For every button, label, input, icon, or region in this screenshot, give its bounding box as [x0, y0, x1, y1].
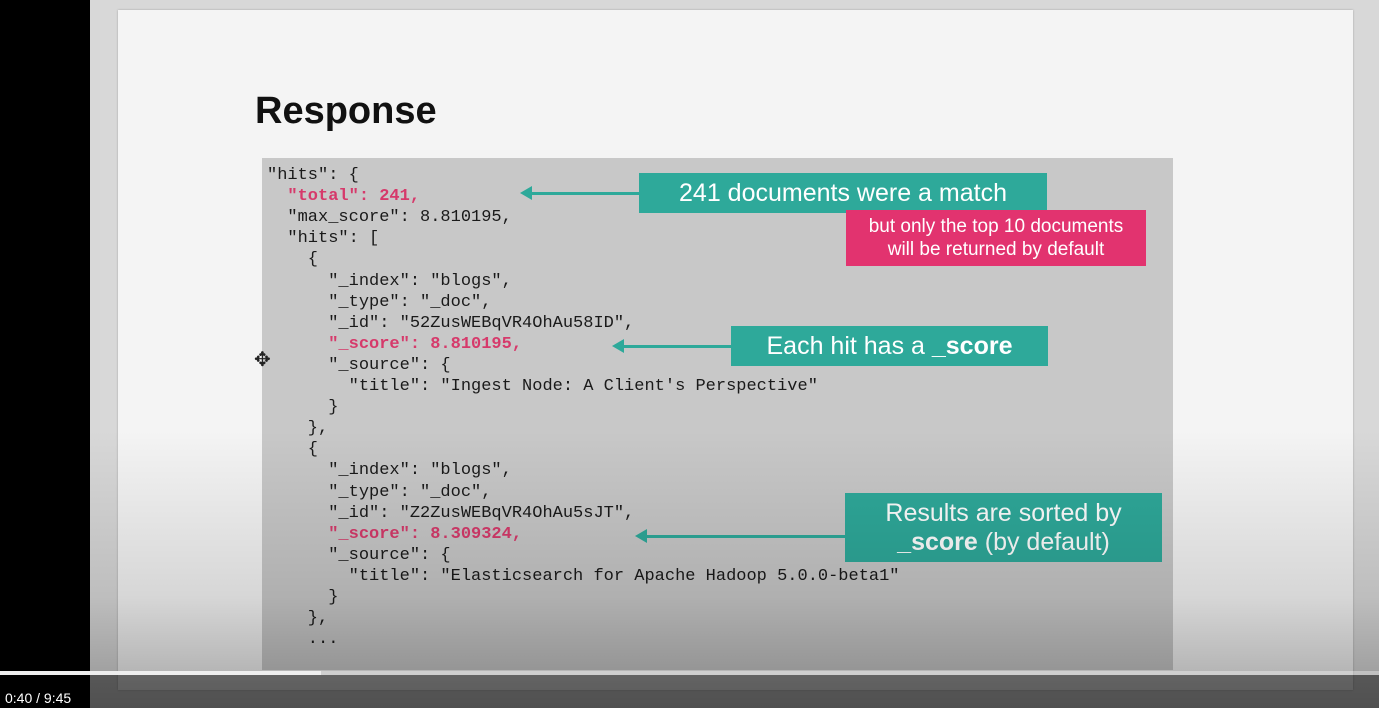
move-cursor-icon: ✥ — [254, 349, 271, 371]
code-line: "hits": [ — [267, 229, 380, 249]
code-line: } — [267, 398, 339, 418]
code-line: "_type": "_doc", — [267, 292, 492, 312]
arrow-to-score-2 — [635, 529, 845, 543]
code-line: "title": "Ingest Node: A Client's Perspe… — [267, 377, 818, 396]
code-line: "_score": 8.810195, — [267, 334, 523, 354]
code-line: { — [267, 440, 319, 460]
code-line: }, — [267, 419, 329, 439]
code-line: } — [267, 588, 339, 607]
slide-title: Response — [255, 90, 437, 132]
callout-each-hit-score: Each hit has a _score — [731, 326, 1048, 366]
callout-sorted: Results are sorted by _score (by default… — [845, 493, 1162, 562]
code-line: "_source": { — [267, 545, 451, 565]
code-line: "max_score": 8.810195, — [267, 208, 512, 228]
callout-top10-line1: but only the top 10 documents — [868, 216, 1124, 237]
arrow-to-score-1 — [612, 339, 732, 353]
callout-each-hit-bold: _score — [931, 332, 1013, 360]
letterbox-left — [0, 0, 90, 708]
code-line: "total": 241, — [267, 187, 421, 207]
callout-top10: but only the top 10 documents will be re… — [846, 210, 1146, 266]
callout-sorted-line2: _score (by default) — [845, 528, 1162, 557]
code-line: "hits": { — [267, 166, 359, 185]
arrow-to-total — [520, 186, 640, 200]
callout-each-hit-text: Each hit has a — [766, 332, 932, 360]
code-line: { — [267, 250, 319, 270]
code-line: "_source": { — [267, 355, 451, 375]
callout-sorted-bold: _score — [897, 528, 978, 556]
callout-top10-line2: will be returned by default — [887, 239, 1105, 260]
code-line: "title": "Elasticsearch for Apache Hadoo… — [267, 566, 900, 586]
callout-total-match-text: 241 documents were a match — [679, 179, 1007, 207]
code-line: "_type": "_doc", — [267, 482, 492, 502]
code-line: "_id": "52ZusWEBqVR4OhAu58ID", — [267, 313, 635, 333]
code-line: "_index": "blogs", — [267, 461, 512, 481]
video-player[interactable]: Response "hits": { "total": 241, "max_sc… — [0, 0, 1379, 708]
player-controls-bar — [0, 675, 1379, 708]
code-line: }, — [267, 609, 329, 629]
code-line: "_score": 8.309324, — [267, 524, 523, 544]
time-display: 0:40 / 9:45 — [5, 690, 72, 706]
code-line: ... — [267, 630, 339, 650]
callout-sorted-suffix: (by default) — [977, 528, 1110, 556]
callout-sorted-line1: Results are sorted by — [885, 499, 1122, 527]
callout-total-match: 241 documents were a match — [639, 173, 1047, 213]
code-line: "_index": "blogs", — [267, 271, 512, 291]
code-line: "_id": "Z2ZusWEBqVR4OhAu5sJT", — [267, 503, 635, 523]
